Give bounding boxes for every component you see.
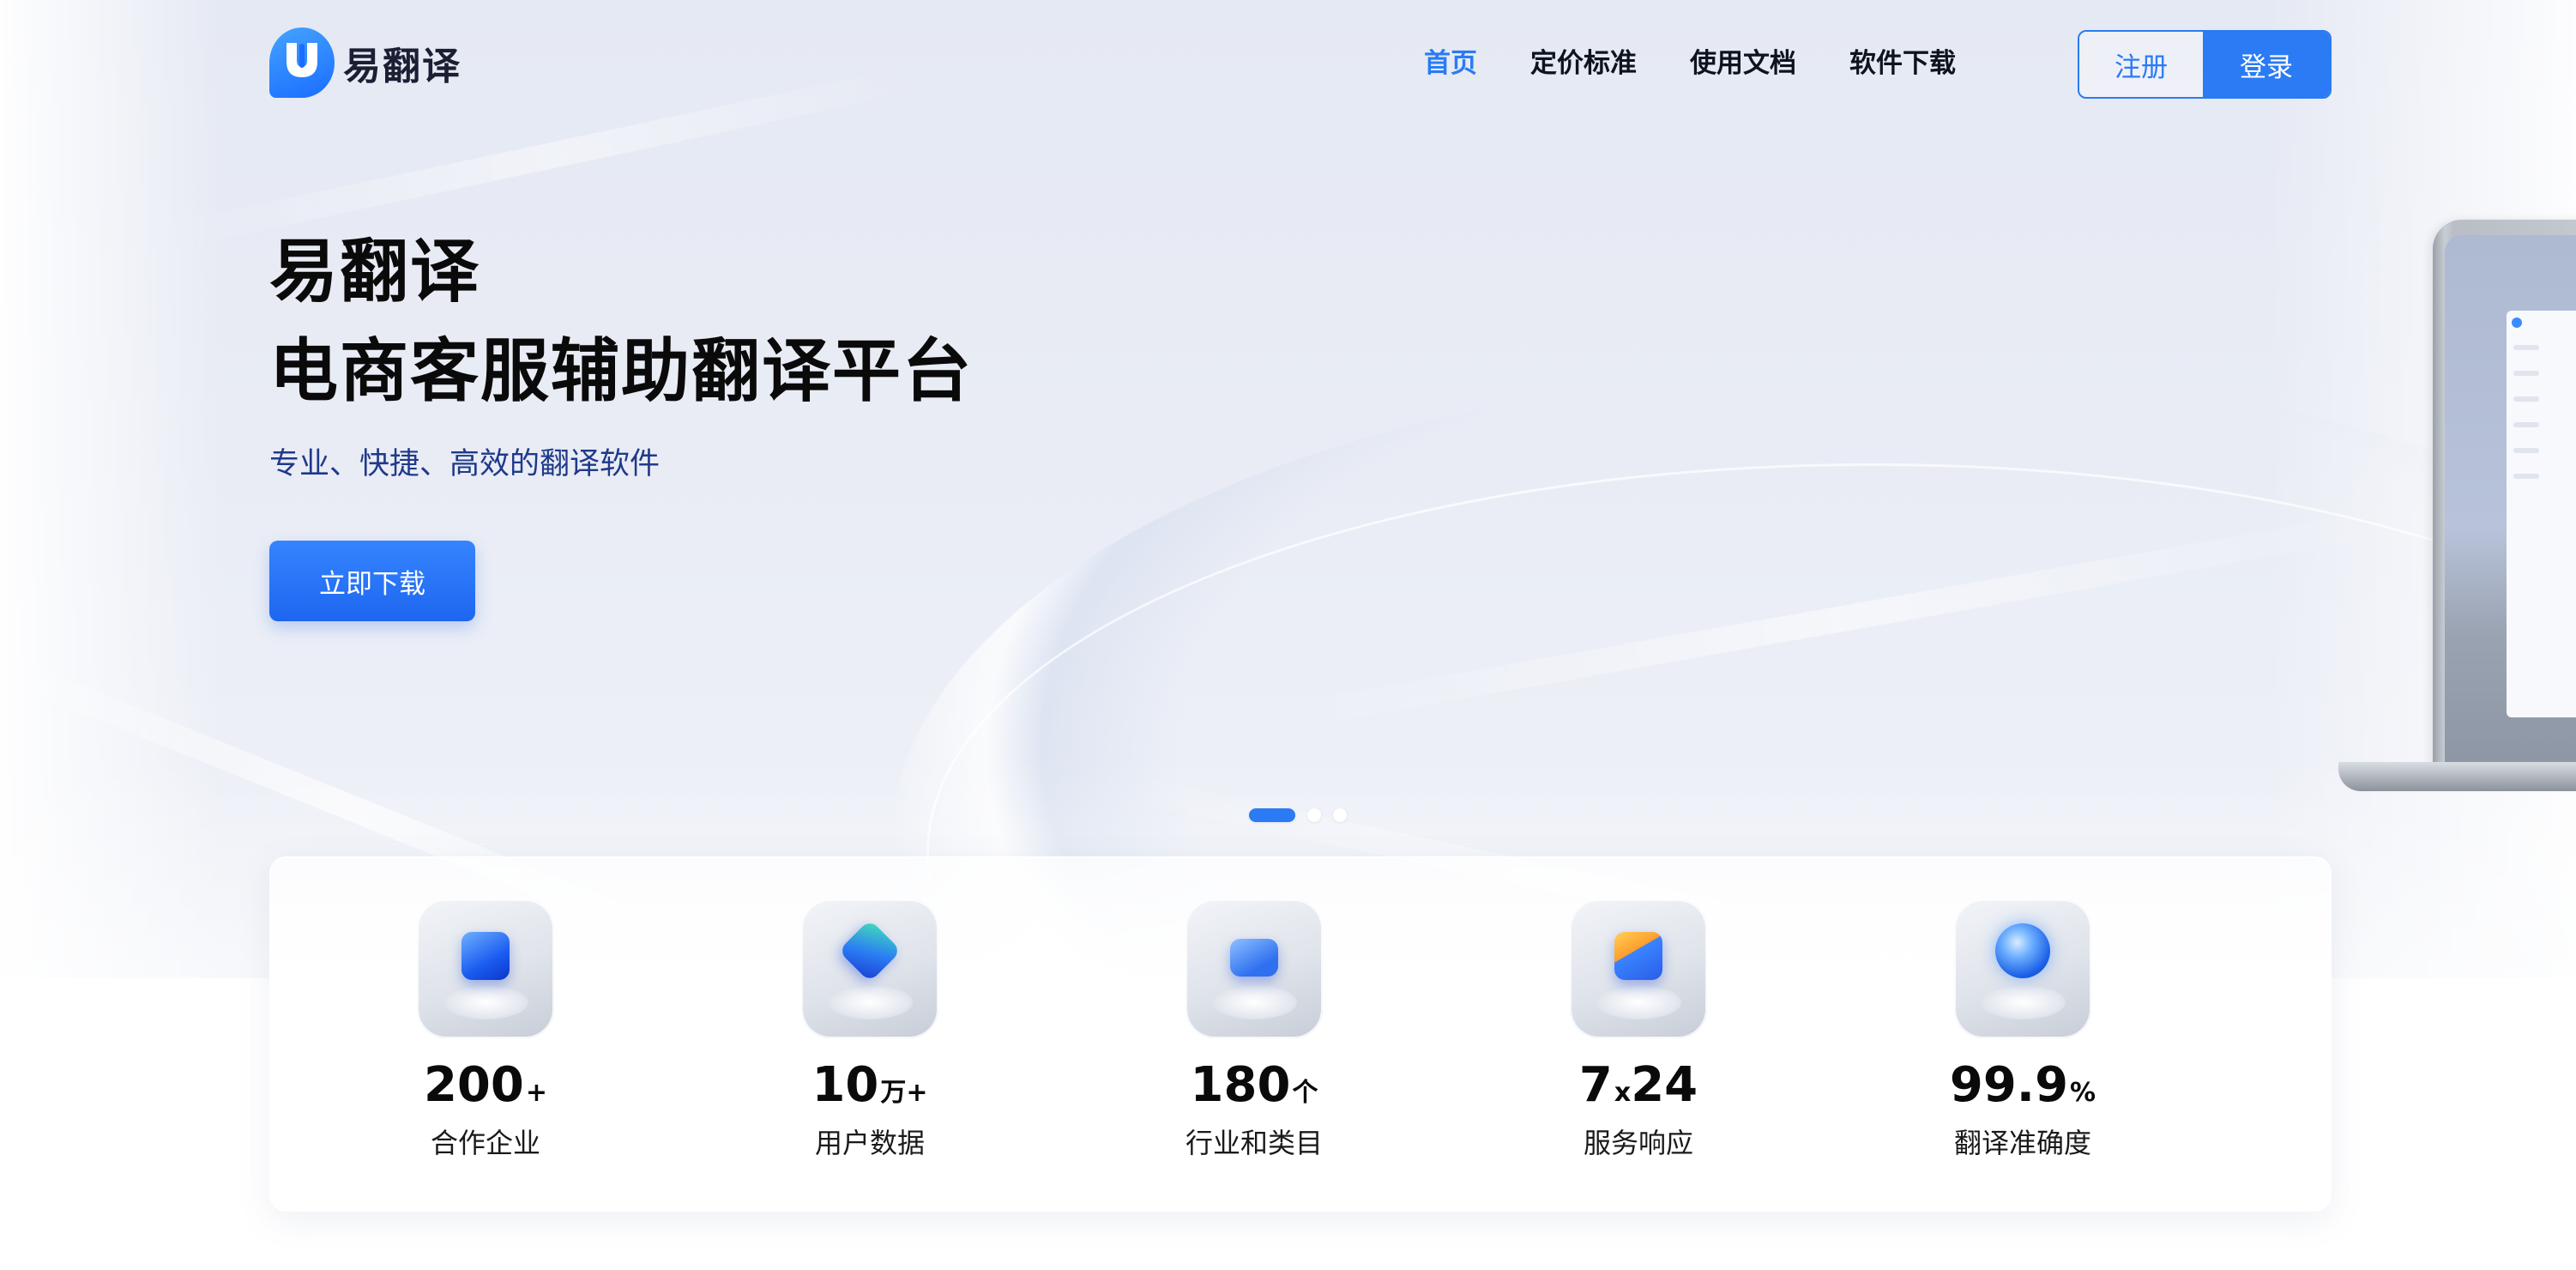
login-button[interactable]: 登录 bbox=[2203, 32, 2330, 97]
cube-icon bbox=[417, 899, 554, 1038]
laptop-app-panel bbox=[2507, 311, 2576, 717]
laptop-image bbox=[2433, 220, 2576, 769]
download-now-button[interactable]: 立即下载 bbox=[269, 541, 475, 621]
logo-glyph-icon bbox=[287, 43, 317, 77]
hero-banner bbox=[0, 0, 2576, 978]
panel-row bbox=[2513, 345, 2539, 350]
laptop-base bbox=[2338, 762, 2576, 791]
stat-item-users: 10万+ 用户数据 bbox=[741, 899, 998, 1161]
stat-value: 180个 bbox=[1190, 1057, 1318, 1113]
layers-icon bbox=[801, 899, 938, 1038]
stat-item-service: 7x24 服务响应 bbox=[1510, 899, 1767, 1161]
tray-icon bbox=[1185, 899, 1323, 1038]
hero-title-line2: 电商客服辅助翻译平台 bbox=[269, 331, 973, 411]
carousel-dot-1[interactable] bbox=[1249, 808, 1295, 822]
hero-subtitle: 专业、快捷、高效的翻译软件 bbox=[269, 447, 661, 481]
carousel-dot-2[interactable] bbox=[1307, 808, 1321, 822]
stat-label: 用户数据 bbox=[814, 1127, 925, 1159]
nav-item-pricing[interactable]: 定价标准 bbox=[1530, 41, 1637, 80]
stat-value: 99.9% bbox=[1949, 1057, 2096, 1113]
hero-title: 易翻译 bbox=[269, 232, 480, 311]
stat-item-industries: 180个 行业和类目 bbox=[1125, 899, 1383, 1161]
app-logo-icon bbox=[2512, 318, 2522, 328]
laptop-screen bbox=[2445, 235, 2576, 769]
panel-row bbox=[2513, 448, 2539, 453]
stat-label: 行业和类目 bbox=[1185, 1127, 1323, 1159]
logo-text: 易翻译 bbox=[343, 45, 462, 88]
stat-value: 10万+ bbox=[811, 1057, 928, 1113]
stat-label: 翻译准确度 bbox=[1953, 1127, 2091, 1159]
panel-row bbox=[2513, 474, 2539, 479]
site-logo[interactable]: 易翻译 bbox=[269, 27, 462, 98]
stat-item-accuracy: 99.9% 翻译准确度 bbox=[1894, 899, 2151, 1161]
main-nav: 首页 定价标准 使用文档 软件下载 bbox=[1424, 41, 2009, 80]
nav-item-home[interactable]: 首页 bbox=[1424, 41, 1477, 80]
auth-buttons: 注册 登录 bbox=[2078, 30, 2332, 99]
stat-value: 7x24 bbox=[1578, 1057, 1698, 1113]
stat-value: 200+ bbox=[423, 1057, 548, 1113]
register-button[interactable]: 注册 bbox=[2079, 32, 2203, 97]
carousel-dot-3[interactable] bbox=[1333, 808, 1347, 822]
stat-item-partners: 200+ 合作企业 bbox=[357, 899, 614, 1161]
panel-row bbox=[2513, 422, 2539, 427]
nav-item-download[interactable]: 软件下载 bbox=[1849, 41, 1956, 80]
panel-row bbox=[2513, 371, 2539, 376]
panel-row bbox=[2513, 396, 2539, 402]
stat-label: 服务响应 bbox=[1583, 1127, 1693, 1159]
logo-icon bbox=[269, 27, 335, 98]
nav-item-docs[interactable]: 使用文档 bbox=[1690, 41, 1796, 80]
carousel-indicators bbox=[1249, 808, 1359, 822]
globe-icon bbox=[1954, 899, 2091, 1038]
stat-label: 合作企业 bbox=[430, 1127, 540, 1159]
service-icon bbox=[1570, 899, 1707, 1038]
stats-card: 200+ 合作企业 10万+ 用户数据 180个 行业和类目 7x24 服务响应 bbox=[269, 856, 2332, 1212]
